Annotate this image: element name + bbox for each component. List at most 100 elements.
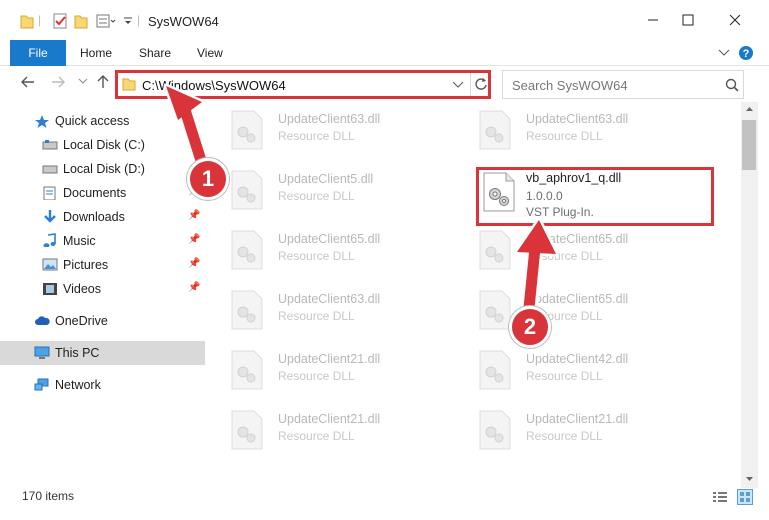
dll-file-icon [231, 230, 263, 270]
file-name: UpdateClient65.dll [526, 292, 629, 306]
computer-icon [34, 346, 50, 359]
network-icon [34, 378, 49, 391]
tab-file[interactable]: File [10, 40, 66, 66]
tab-share[interactable]: Share [129, 40, 181, 66]
separator: | [137, 13, 141, 27]
file-description: VST Plug-In. [526, 205, 594, 219]
window-title: SysWOW64 [148, 14, 219, 29]
properties-icon[interactable] [52, 13, 68, 29]
sidebar-item-label: Local Disk (C:) [63, 138, 145, 152]
up-arrow-icon[interactable] [96, 74, 110, 90]
sidebar-item-local-disk-c[interactable]: Local Disk (C:) 📌 [0, 133, 205, 157]
customize-toolbar-icon[interactable] [123, 13, 133, 29]
sidebar-item-downloads[interactable]: Downloads 📌 [0, 205, 205, 229]
file-item[interactable]: UpdateClient63.dll Resource DLL [466, 102, 706, 154]
help-icon[interactable]: ? [738, 45, 754, 61]
star-icon [35, 115, 49, 128]
music-icon [43, 233, 56, 247]
file-item[interactable]: UpdateClient65.dll Resource DLL [466, 222, 706, 274]
file-name: UpdateClient21.dll [526, 412, 629, 426]
tab-home[interactable]: Home [70, 40, 122, 66]
expand-ribbon-icon[interactable] [718, 48, 730, 58]
sidebar-item-label: Quick access [55, 114, 130, 128]
file-name: UpdateClient21.dll [278, 352, 381, 366]
file-name: UpdateClient5.dll [278, 172, 374, 186]
navigation-pane: Quick access Local Disk (C:) 📌 Local Dis… [0, 102, 205, 482]
scroll-up-icon[interactable] [745, 106, 754, 112]
new-folder-icon[interactable] [74, 13, 88, 29]
sidebar-item-label: Pictures [63, 258, 109, 272]
step-2-badge: 2 [509, 306, 551, 348]
pin-icon: 📌 [188, 282, 201, 293]
step-1-badge: 1 [187, 158, 229, 200]
address-dropdown-icon[interactable] [452, 80, 464, 90]
dll-file-icon [231, 350, 263, 390]
dll-file-icon [479, 110, 511, 150]
address-row: C:\Windows\SysWOW64 Search SysWOW64 [0, 66, 769, 102]
dll-file-icon [483, 172, 515, 212]
item-count: 170 items [22, 489, 75, 503]
pin-icon: 📌 [188, 258, 201, 269]
dll-file-icon [231, 110, 263, 150]
sidebar-item-label: Documents [63, 186, 127, 200]
address-bar[interactable]: C:\Windows\SysWOW64 [115, 70, 491, 99]
folder-icon[interactable] [20, 13, 34, 29]
sidebar-item-quick-access[interactable]: Quick access [0, 109, 205, 133]
videos-icon [43, 283, 57, 295]
file-item[interactable]: UpdateClient42.dll Resource DLL [466, 342, 706, 394]
file-name: UpdateClient65.dll [526, 232, 629, 246]
vertical-scrollbar[interactable] [741, 102, 758, 488]
file-item[interactable]: UpdateClient65.dll Resource DLL [218, 222, 458, 274]
sidebar-item-this-pc[interactable]: This PC [0, 341, 205, 365]
file-item[interactable]: UpdateClient63.dll Resource DLL [218, 102, 458, 154]
sidebar-item-pictures[interactable]: Pictures 📌 [0, 253, 205, 277]
status-bar: 170 items [0, 486, 769, 508]
pin-icon: 📌 [188, 234, 201, 245]
sidebar-item-label: Local Disk (D:) [63, 162, 145, 176]
scroll-down-icon[interactable] [745, 476, 754, 482]
file-name: UpdateClient65.dll [278, 232, 381, 246]
scrollbar-thumb[interactable] [742, 120, 756, 170]
pin-icon: 📌 [188, 138, 201, 149]
sidebar-item-documents[interactable]: Documents 📌 [0, 181, 205, 205]
sidebar-item-label: Downloads [63, 210, 125, 224]
recent-locations-icon[interactable] [78, 78, 88, 86]
view-options-icon[interactable] [96, 13, 116, 29]
svg-text:?: ? [743, 48, 750, 60]
refresh-icon[interactable] [474, 77, 488, 91]
minimize-icon [648, 19, 658, 21]
file-type: Resource DLL [526, 129, 603, 143]
sidebar-item-network[interactable]: Network [0, 373, 205, 397]
drive-icon [42, 165, 58, 174]
file-item[interactable]: UpdateClient21.dll Resource DLL [218, 342, 458, 394]
large-icons-view-icon[interactable] [737, 489, 753, 505]
file-item-vb-aphrov1-q[interactable]: vb_aphrov1_q.dll 1.0.0.0 VST Plug-In. [478, 166, 718, 219]
sidebar-item-label: Network [55, 378, 101, 392]
sidebar-item-music[interactable]: Music 📌 [0, 229, 205, 253]
file-item[interactable]: UpdateClient5.dll Resource DLL [218, 162, 458, 214]
pin-icon: 📌 [188, 210, 201, 221]
back-arrow-icon[interactable] [20, 74, 36, 90]
file-item[interactable]: UpdateClient65.dll Resource DLL [466, 282, 706, 334]
sidebar-item-local-disk-d[interactable]: Local Disk (D:) 📌 [0, 157, 205, 181]
file-type: Resource DLL [278, 309, 355, 323]
forward-arrow-icon[interactable] [50, 74, 66, 90]
maximize-icon [682, 14, 694, 26]
maximize-button[interactable] [665, 0, 711, 40]
file-name: UpdateClient42.dll [526, 352, 629, 366]
search-input[interactable]: Search SysWOW64 [502, 70, 744, 99]
cloud-icon [35, 316, 50, 325]
close-button[interactable] [712, 0, 758, 40]
details-view-icon[interactable] [712, 490, 728, 504]
close-icon [729, 14, 741, 26]
tab-view[interactable]: View [187, 40, 233, 66]
sidebar-item-onedrive[interactable]: OneDrive [0, 309, 205, 333]
pictures-icon [42, 258, 58, 271]
separator: | [38, 13, 42, 27]
file-item[interactable]: UpdateClient21.dll Resource DLL [218, 402, 458, 454]
file-item[interactable]: UpdateClient21.dll Resource DLL [466, 402, 706, 454]
file-item[interactable]: UpdateClient63.dll Resource DLL [218, 282, 458, 334]
address-path: C:\Windows\SysWOW64 [142, 78, 286, 93]
file-type: Resource DLL [278, 249, 355, 263]
sidebar-item-videos[interactable]: Videos 📌 [0, 277, 205, 301]
